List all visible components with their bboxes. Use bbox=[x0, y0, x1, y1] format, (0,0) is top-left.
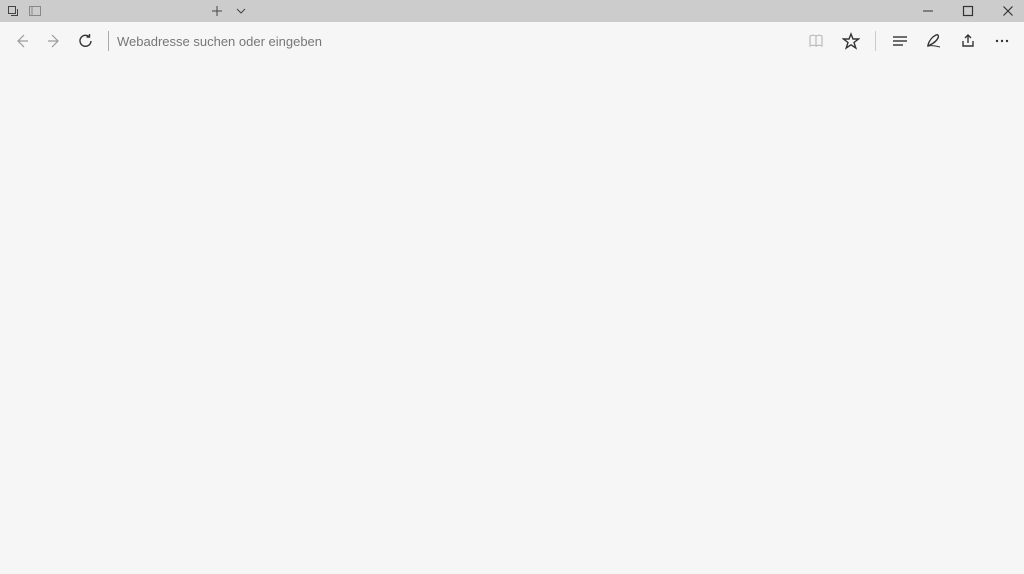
reading-view-icon[interactable] bbox=[803, 27, 831, 55]
minimize-button[interactable] bbox=[918, 1, 938, 21]
new-tab-button[interactable] bbox=[210, 4, 224, 18]
share-icon[interactable] bbox=[954, 27, 982, 55]
titlebar bbox=[0, 0, 1024, 22]
address-input[interactable] bbox=[117, 27, 795, 55]
tab-dropdown-icon[interactable] bbox=[234, 4, 248, 18]
close-button[interactable] bbox=[998, 1, 1018, 21]
hub-icon[interactable] bbox=[886, 27, 914, 55]
toolbar bbox=[0, 22, 1024, 60]
tab-preview-icon[interactable] bbox=[6, 4, 20, 18]
tab-controls bbox=[210, 4, 248, 18]
refresh-button[interactable] bbox=[72, 27, 100, 55]
toolbar-separator bbox=[875, 31, 876, 51]
web-note-icon[interactable] bbox=[920, 27, 948, 55]
toolbar-right bbox=[803, 27, 1016, 55]
tabs-aside-icon[interactable] bbox=[28, 4, 42, 18]
forward-button[interactable] bbox=[40, 27, 68, 55]
page-content bbox=[0, 60, 1024, 574]
address-separator bbox=[108, 31, 109, 51]
back-button[interactable] bbox=[8, 27, 36, 55]
window-controls bbox=[918, 1, 1018, 21]
more-icon[interactable] bbox=[988, 27, 1016, 55]
maximize-button[interactable] bbox=[958, 1, 978, 21]
favorites-star-icon[interactable] bbox=[837, 27, 865, 55]
titlebar-left bbox=[6, 4, 42, 18]
